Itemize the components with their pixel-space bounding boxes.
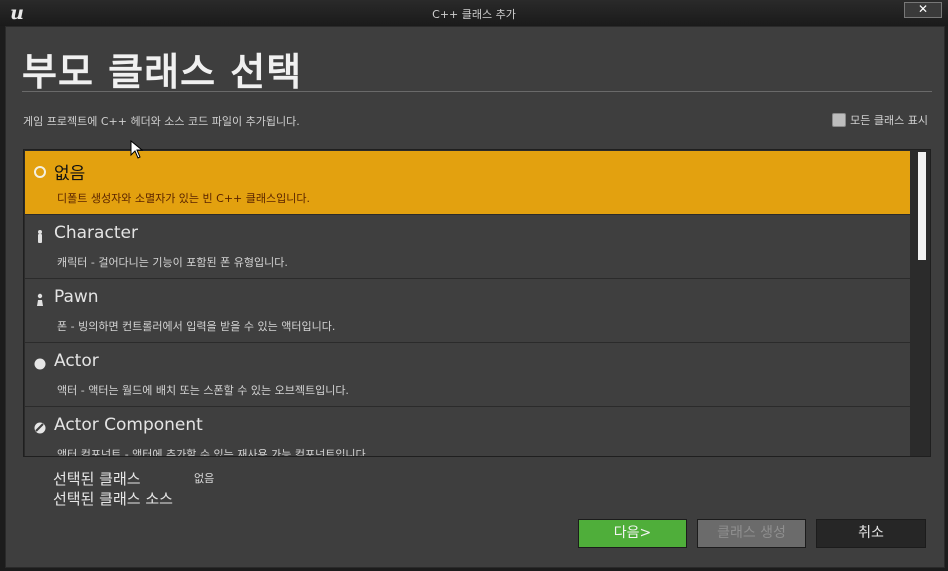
page-title: 부모 클래스 선택 bbox=[22, 50, 303, 94]
class-item-character[interactable]: Character 캐릭터 - 걸어다니는 기능이 포함된 폰 유형입니다. bbox=[25, 215, 910, 278]
component-icon bbox=[33, 421, 47, 435]
selected-class-source-label: 선택된 클래스 소스 bbox=[53, 490, 173, 508]
show-all-classes-toggle[interactable]: 모든 클래스 표시 bbox=[832, 112, 928, 128]
page-description: 게임 프로젝트에 C++ 헤더와 소스 코드 파일이 추가됩니다. bbox=[23, 115, 300, 128]
class-item-name: Character bbox=[54, 223, 138, 243]
cancel-button[interactable]: 취소 bbox=[816, 519, 926, 548]
class-item-description: 디폴트 생성자와 소멸자가 있는 빈 C++ 클래스입니다. bbox=[57, 192, 310, 205]
class-item-name: Actor Component bbox=[54, 415, 203, 435]
window-title: C++ 클래스 추가 bbox=[432, 8, 516, 21]
title-bar: u C++ 클래스 추가 ✕ bbox=[0, 0, 948, 26]
selected-class-label: 선택된 클래스 bbox=[53, 470, 141, 488]
circle-outline-icon bbox=[33, 165, 47, 179]
scrollbar-thumb[interactable] bbox=[918, 152, 926, 260]
create-class-button[interactable]: 클래스 생성 bbox=[697, 519, 806, 548]
class-item-actor[interactable]: Actor 액터 - 액터는 월드에 배치 또는 스폰할 수 있는 오브젝트입니… bbox=[25, 343, 910, 406]
pawn-icon bbox=[33, 293, 47, 307]
class-list-scrollbar[interactable] bbox=[918, 152, 926, 452]
class-item-name: Actor bbox=[54, 351, 99, 371]
title-divider bbox=[22, 91, 932, 92]
selected-class-value: 없음 bbox=[194, 472, 215, 485]
sphere-icon bbox=[33, 357, 47, 371]
class-item-none[interactable]: 없음 디폴트 생성자와 소멸자가 있는 빈 C++ 클래스입니다. bbox=[25, 151, 910, 214]
class-item-description: 캐릭터 - 걸어다니는 기능이 포함된 폰 유형입니다. bbox=[57, 256, 288, 269]
show-all-checkbox[interactable] bbox=[832, 113, 847, 127]
dialog-panel: 부모 클래스 선택 게임 프로젝트에 C++ 헤더와 소스 코드 파일이 추가됩… bbox=[5, 26, 945, 568]
class-item-name: 없음 bbox=[54, 164, 86, 184]
class-item-description: 액터 - 액터는 월드에 배치 또는 스폰할 수 있는 오브젝트입니다. bbox=[57, 384, 349, 397]
class-list[interactable]: 없음 디폴트 생성자와 소멸자가 있는 빈 C++ 클래스입니다. Charac… bbox=[23, 149, 931, 457]
class-item-name: Pawn bbox=[54, 287, 99, 307]
class-item-pawn[interactable]: Pawn 폰 - 빙의하면 컨트롤러에서 입력을 받을 수 있는 액터입니다. bbox=[25, 279, 910, 342]
class-item-actor-component[interactable]: Actor Component 액터 컴포넌트 - 액터에 추가할 수 있는 재… bbox=[25, 407, 910, 457]
character-icon bbox=[33, 229, 47, 243]
close-button[interactable]: ✕ bbox=[904, 2, 942, 18]
show-all-label: 모든 클래스 표시 bbox=[850, 114, 928, 127]
next-button[interactable]: 다음> bbox=[578, 519, 687, 548]
class-item-description: 폰 - 빙의하면 컨트롤러에서 입력을 받을 수 있는 액터입니다. bbox=[57, 320, 336, 333]
class-item-description: 액터 컴포넌트 - 액터에 추가할 수 있는 재사용 가능 컴포넌트입니다. bbox=[57, 448, 370, 457]
